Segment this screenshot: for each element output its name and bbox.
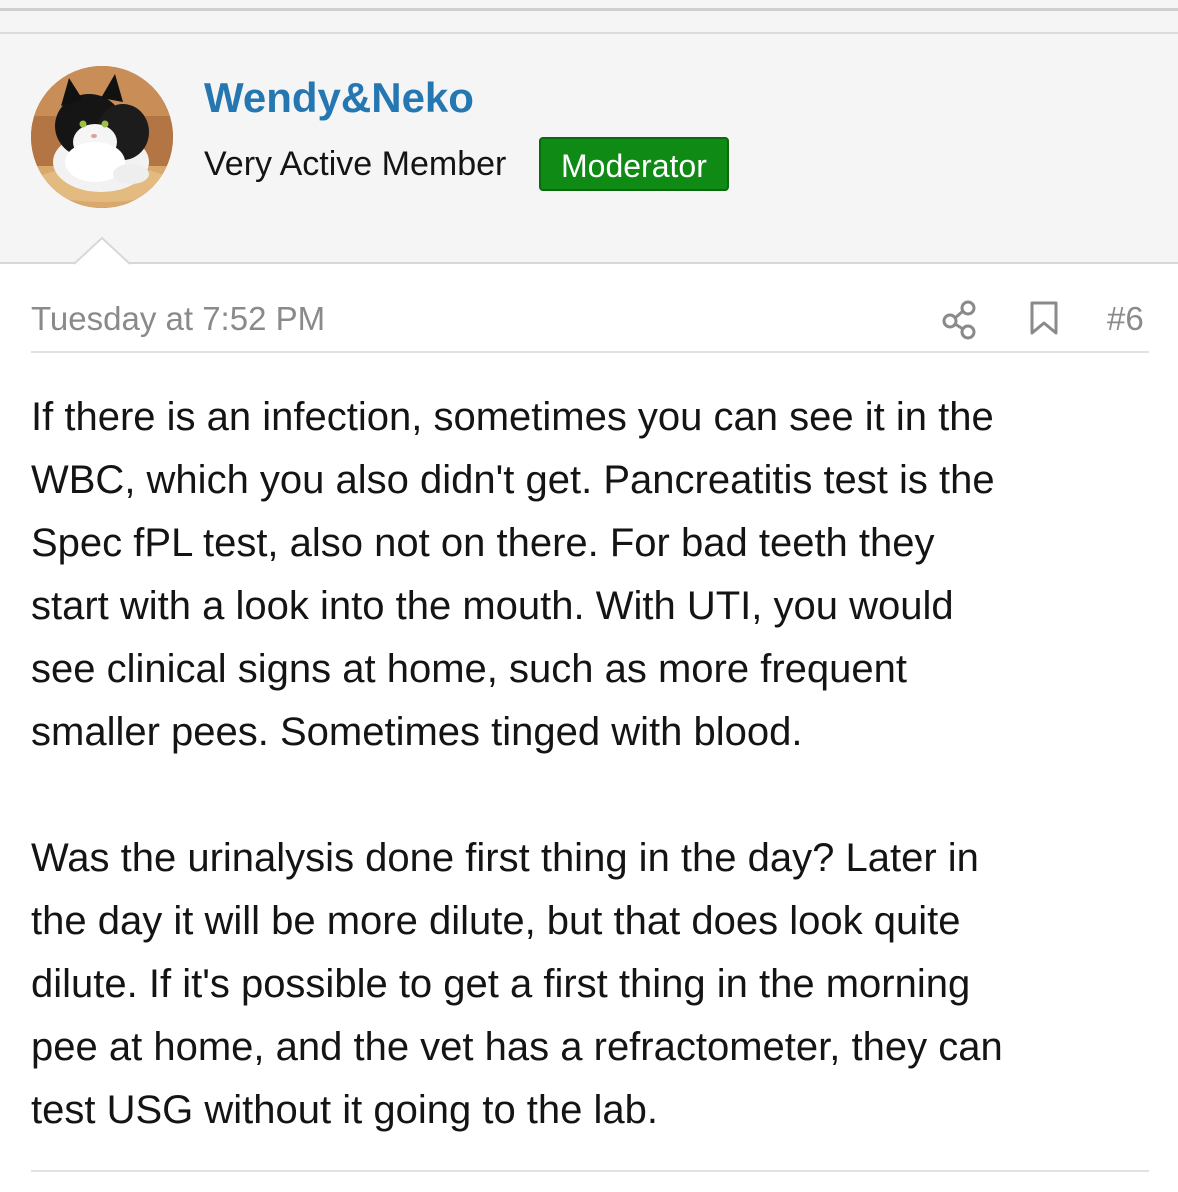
message-user-header: Wendy&Neko Very Active Member Moderator [0, 34, 1178, 264]
user-header-caret [74, 236, 130, 265]
moderator-badge: Moderator [539, 137, 729, 191]
previous-post-edge [0, 0, 1178, 34]
post-number-link[interactable]: #6 [1107, 298, 1144, 340]
username-link[interactable]: Wendy&Neko [204, 74, 474, 122]
post-paragraph: If there is an infection, sometimes you … [31, 395, 995, 754]
previous-post-shadow [0, 8, 1178, 11]
user-title: Very Active Member [204, 145, 507, 183]
bookmark-icon[interactable] [1028, 300, 1060, 336]
post-body: If there is an infection, sometimes you … [31, 386, 1151, 1142]
meta-divider [31, 351, 1149, 353]
cat-avatar[interactable] [31, 66, 173, 208]
forum-post-page: Wendy&Neko Very Active Member Moderator … [0, 0, 1178, 1192]
cat-avatar-image [31, 66, 173, 208]
share-icon[interactable] [942, 300, 978, 340]
post-footer-divider [31, 1170, 1149, 1172]
post-paragraph: Was the urinalysis done first thing in t… [31, 836, 1003, 1132]
post-timestamp[interactable]: Tuesday at 7:52 PM [31, 298, 325, 340]
